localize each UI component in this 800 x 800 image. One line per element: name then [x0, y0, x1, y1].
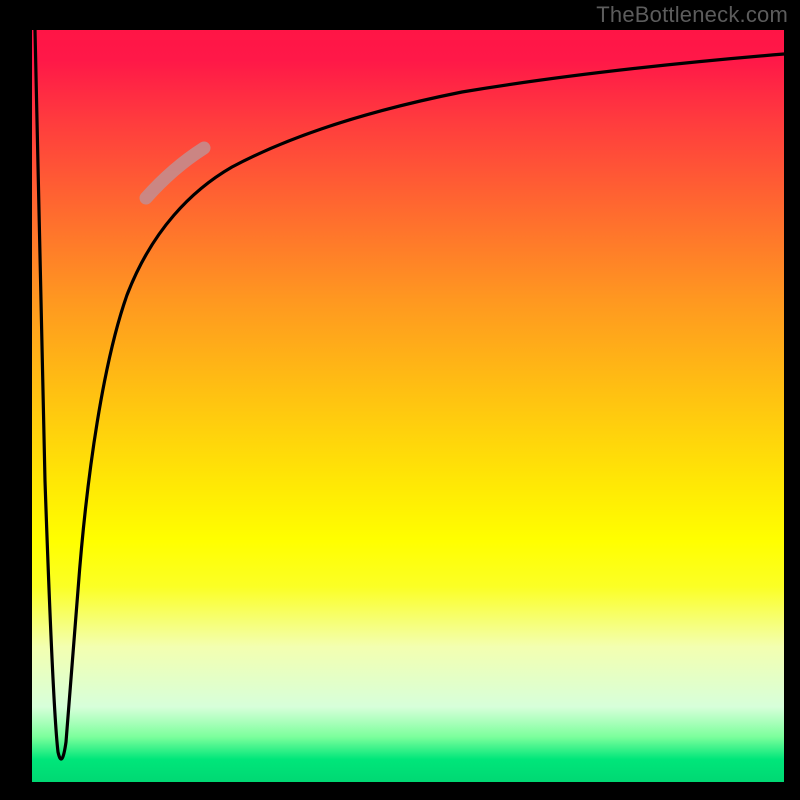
plot-area [32, 30, 784, 782]
bottleneck-curve [35, 30, 784, 759]
highlight-segment [146, 148, 204, 198]
curve-svg [32, 30, 784, 782]
watermark-label: TheBottleneck.com [596, 2, 788, 28]
chart-frame: TheBottleneck.com [0, 0, 800, 800]
